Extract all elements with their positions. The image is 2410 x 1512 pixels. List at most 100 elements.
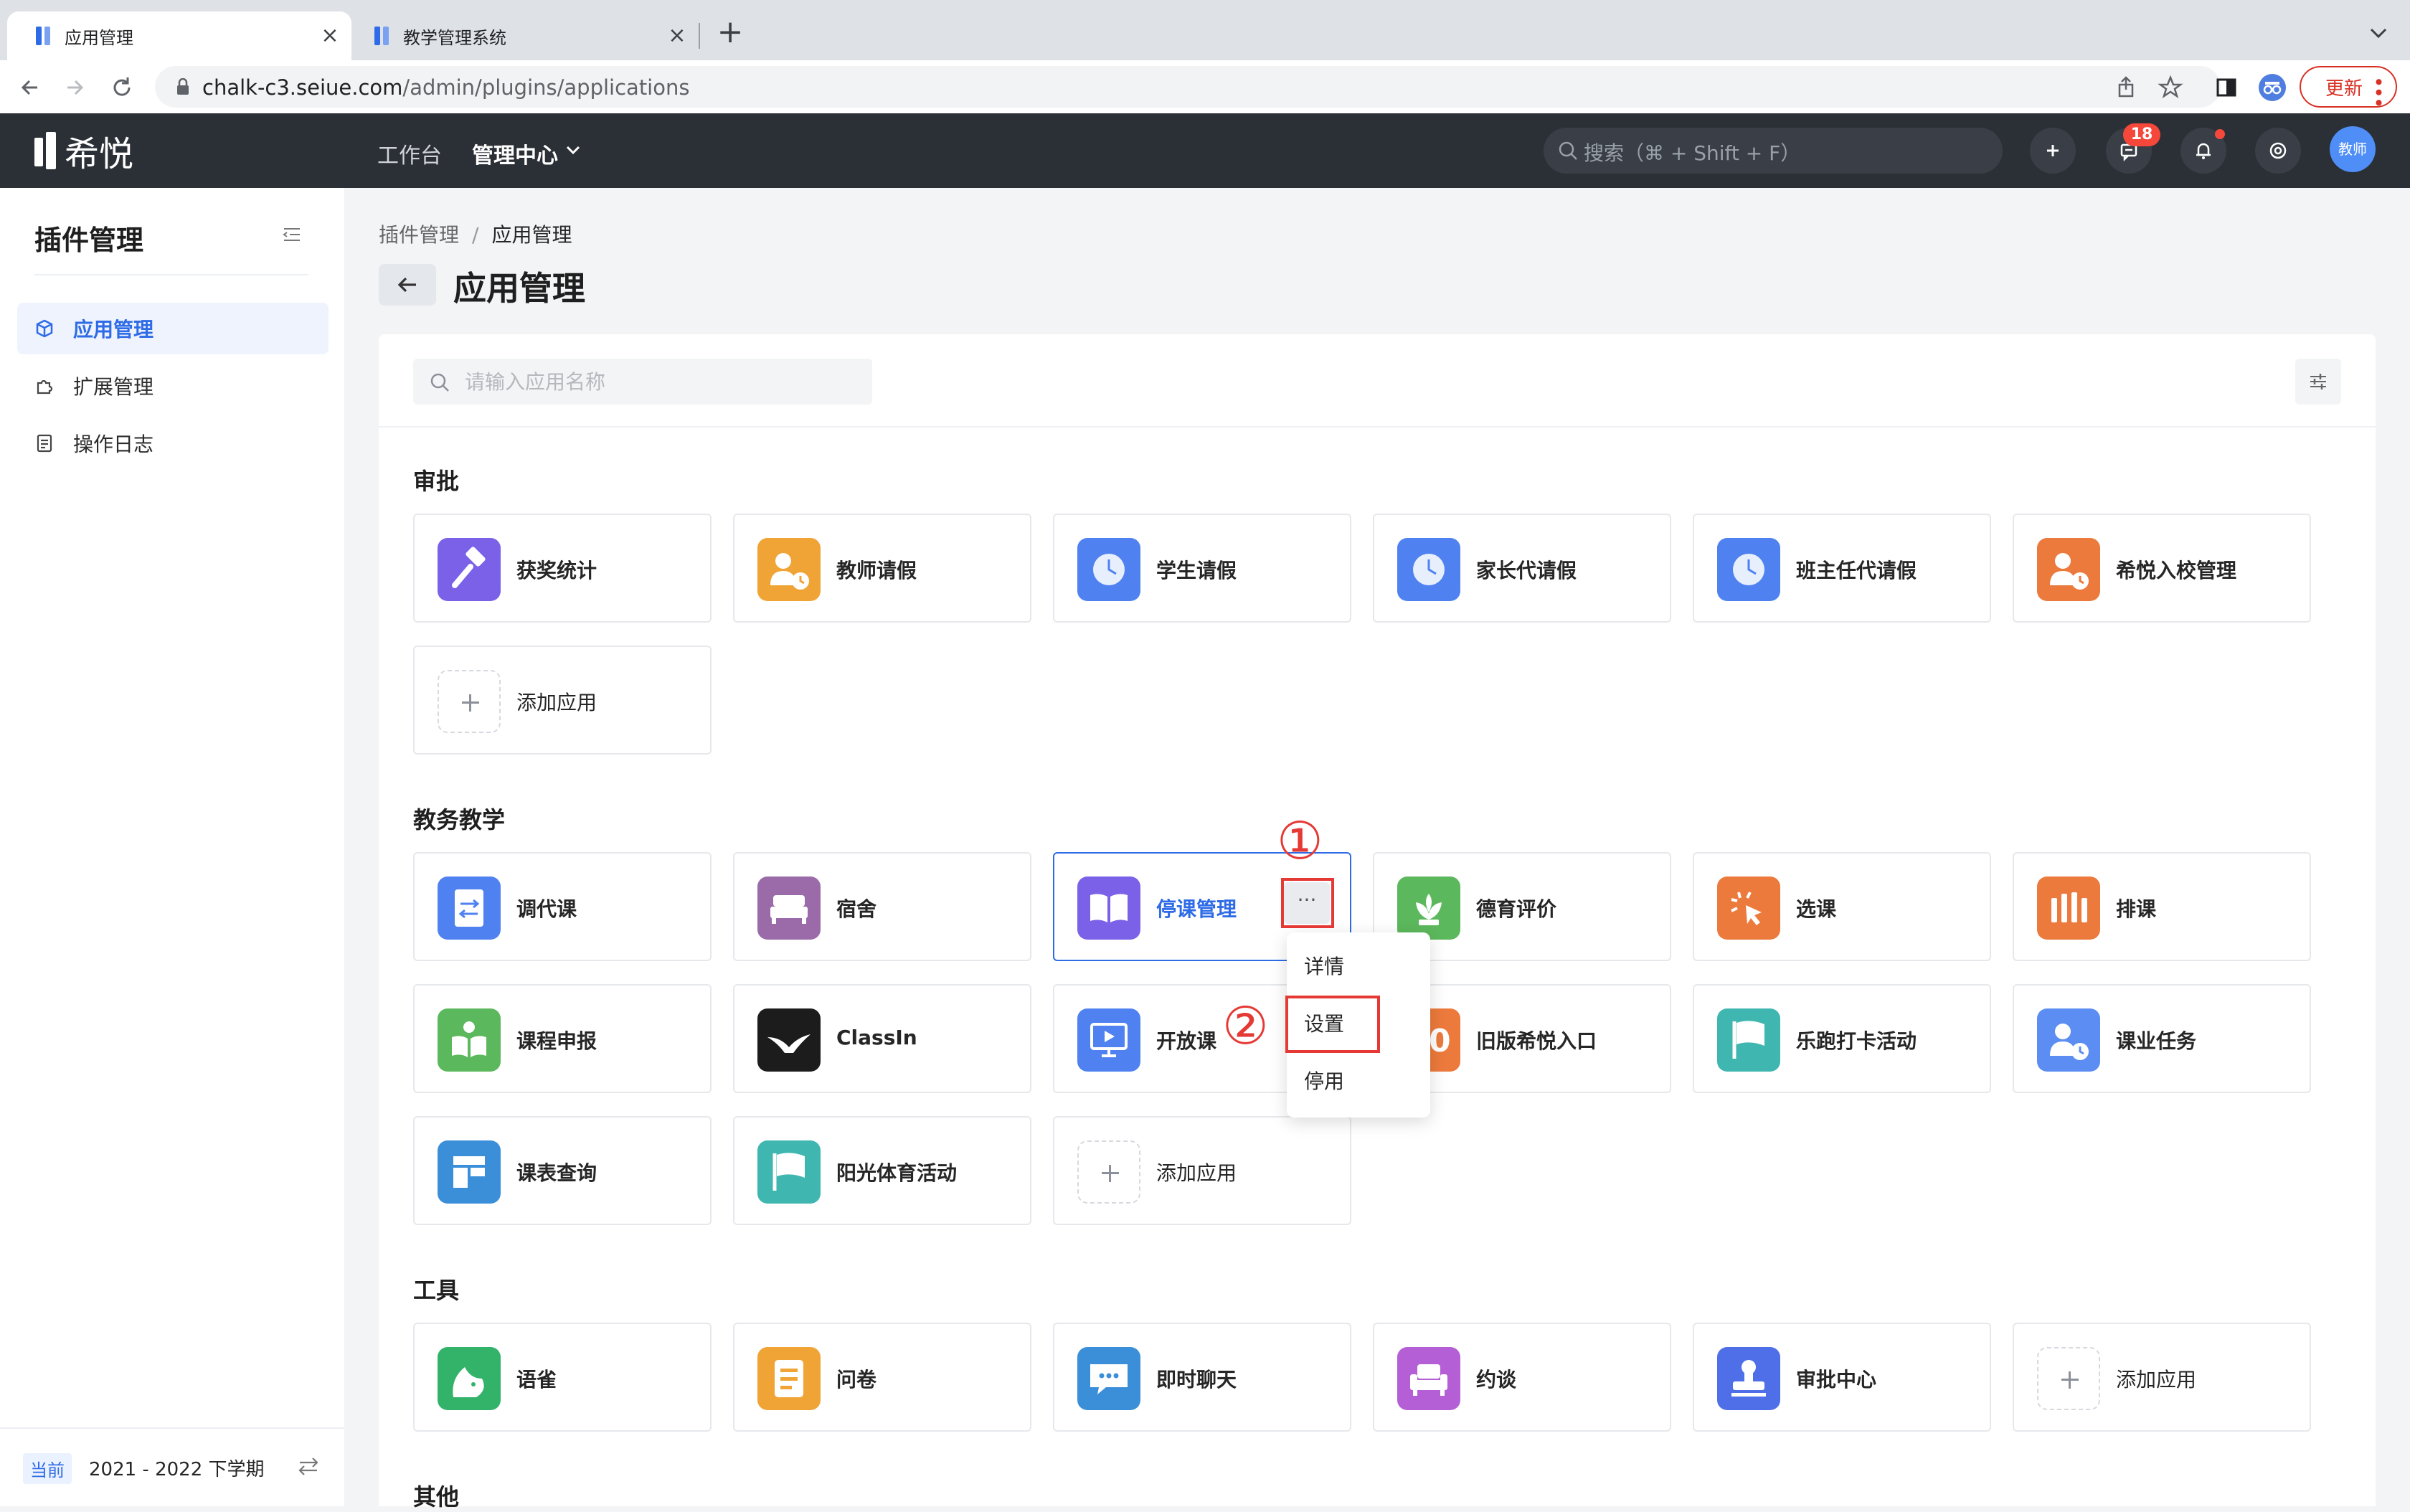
clock-icon bbox=[1397, 538, 1460, 601]
nav-admin-center[interactable]: 管理中心 bbox=[472, 138, 558, 169]
app-tile[interactable]: 约谈 bbox=[1373, 1323, 1671, 1432]
add-app-tile[interactable]: 添加应用 bbox=[413, 646, 712, 755]
add-button[interactable] bbox=[2030, 128, 2076, 174]
address-bar[interactable]: chalk-c3.seiue.com/admin/plugins/applica… bbox=[155, 66, 2221, 108]
url-text: chalk-c3.seiue.com/admin/plugins/applica… bbox=[202, 75, 689, 100]
search-icon bbox=[1559, 141, 1577, 160]
book-person-icon bbox=[438, 1008, 501, 1072]
browser-update-button[interactable]: 更新 ••• bbox=[2300, 66, 2397, 108]
add-app-tile[interactable]: 添加应用 bbox=[1053, 1116, 1351, 1225]
app-tile[interactable]: 问卷 bbox=[733, 1323, 1031, 1432]
menu-item-details[interactable]: 详情 bbox=[1304, 951, 1344, 980]
bell-icon bbox=[2196, 143, 2211, 159]
app-tile[interactable]: 课程申报 bbox=[413, 984, 712, 1093]
app-tile[interactable]: 语雀 bbox=[413, 1323, 712, 1432]
breadcrumb: 插件管理 / 应用管理 bbox=[379, 219, 572, 248]
close-tab-icon[interactable]: × bbox=[318, 24, 341, 47]
forward-arrow-icon[interactable] bbox=[60, 73, 89, 102]
switch-term-icon[interactable] bbox=[297, 1456, 320, 1476]
app-name: 排课 bbox=[2116, 897, 2157, 921]
section-title-tools: 工具 bbox=[413, 1277, 460, 1304]
nav-workbench[interactable]: 工作台 bbox=[377, 138, 442, 169]
share-icon[interactable] bbox=[2112, 73, 2140, 102]
tab-title: 应用管理 bbox=[65, 27, 133, 48]
filter-settings-button[interactable] bbox=[2295, 359, 2341, 405]
add-app-label: 添加应用 bbox=[1156, 1161, 1237, 1185]
divider bbox=[34, 274, 308, 275]
chevron-down-icon[interactable] bbox=[2364, 19, 2393, 47]
app-tile[interactable]: 宿舍 bbox=[733, 852, 1031, 961]
plant-icon bbox=[1397, 877, 1460, 940]
logo-mark-icon bbox=[34, 132, 59, 169]
app-tile[interactable]: 课业任务 bbox=[2013, 984, 2311, 1093]
app-tile[interactable]: 阳光体育活动 bbox=[733, 1116, 1031, 1225]
brand-name: 希悦 bbox=[65, 134, 134, 174]
add-app-label: 添加应用 bbox=[2116, 1368, 2197, 1391]
flag-icon bbox=[1717, 1008, 1780, 1072]
sidebar-item-logs[interactable]: 操作日志 bbox=[17, 417, 329, 469]
back-button[interactable] bbox=[379, 264, 436, 306]
tab-separator bbox=[699, 23, 700, 49]
avatar[interactable]: 教师 bbox=[2330, 126, 2376, 172]
sidebar: 插件管理 应用管理 扩展管理 操作日志 当前 2021 - 2022 下学期 bbox=[0, 188, 344, 1506]
app-tile[interactable]: 审批中心 bbox=[1693, 1323, 1991, 1432]
browser-tab[interactable]: 教学管理系统 × bbox=[351, 11, 699, 60]
menu-item-disable[interactable]: 停用 bbox=[1304, 1066, 1344, 1095]
back-arrow-icon[interactable] bbox=[16, 73, 44, 102]
sidebar-item-extensions[interactable]: 扩展管理 bbox=[17, 360, 329, 412]
collapse-sidebar-icon[interactable] bbox=[283, 225, 301, 244]
global-search-input[interactable]: 搜索（⌘ + Shift + F） bbox=[1544, 128, 2003, 174]
classin-bird-icon bbox=[757, 1008, 821, 1072]
divider bbox=[0, 1427, 344, 1429]
app-tile[interactable]: 获奖统计 bbox=[413, 514, 712, 623]
app-tile[interactable]: 希悦入校管理 bbox=[2013, 514, 2311, 623]
close-tab-icon[interactable]: × bbox=[666, 24, 689, 47]
yuque-bird-icon bbox=[438, 1347, 501, 1410]
app-tile[interactable]: 排课 bbox=[2013, 852, 2311, 961]
app-tile[interactable]: 调代课 bbox=[413, 852, 712, 961]
app-favicon-icon bbox=[374, 25, 390, 47]
app-tile[interactable]: 学生请假 bbox=[1053, 514, 1351, 623]
bookmark-star-icon[interactable] bbox=[2156, 73, 2185, 102]
sidebar-item-applications[interactable]: 应用管理 bbox=[17, 303, 329, 354]
app-logo[interactable]: 希悦 bbox=[34, 131, 133, 174]
app-search-field[interactable] bbox=[413, 359, 872, 405]
message-count-badge: 18 bbox=[2123, 123, 2160, 146]
app-name: 家长代请假 bbox=[1476, 559, 1577, 582]
chat-bubble-icon bbox=[1077, 1347, 1140, 1410]
hammer-icon bbox=[438, 538, 501, 601]
annotation-highlight-settings bbox=[1285, 996, 1380, 1053]
app-name: 课程申报 bbox=[516, 1029, 597, 1053]
browser-tab-active[interactable]: 应用管理 × bbox=[7, 11, 351, 60]
chevron-down-icon[interactable] bbox=[565, 145, 581, 155]
sidebar-item-label: 应用管理 bbox=[73, 318, 154, 341]
clock-icon bbox=[1077, 538, 1140, 601]
breadcrumb-item[interactable]: 插件管理 bbox=[379, 223, 459, 247]
app-tile[interactable]: ClassIn bbox=[733, 984, 1031, 1093]
app-search-input[interactable] bbox=[463, 367, 851, 396]
app-tile[interactable]: 课表查询 bbox=[413, 1116, 712, 1225]
gear-icon bbox=[2269, 142, 2287, 159]
profile-incognito-icon[interactable] bbox=[2258, 73, 2287, 102]
sliders-icon bbox=[2310, 374, 2326, 389]
app-name: 希悦入校管理 bbox=[2116, 559, 2237, 582]
global-search-placeholder: 搜索（⌘ + Shift + F） bbox=[1584, 141, 1801, 165]
app-name: 即时聊天 bbox=[1156, 1368, 1237, 1391]
annotation-step-1: ① bbox=[1277, 811, 1323, 871]
app-tile[interactable]: 选课 bbox=[1693, 852, 1991, 961]
app-tile[interactable]: 乐跑打卡活动 bbox=[1693, 984, 1991, 1093]
app-tile[interactable]: 班主任代请假 bbox=[1693, 514, 1991, 623]
side-panel-icon[interactable] bbox=[2212, 73, 2241, 102]
plus-icon bbox=[2037, 1347, 2100, 1410]
new-tab-button[interactable]: + bbox=[714, 16, 746, 49]
app-tile[interactable]: 家长代请假 bbox=[1373, 514, 1671, 623]
app-tile[interactable]: 教师请假 bbox=[733, 514, 1031, 623]
presentation-icon bbox=[1077, 1008, 1140, 1072]
settings-button[interactable] bbox=[2255, 128, 2301, 174]
schedule-bars-icon bbox=[2037, 877, 2100, 940]
add-app-tile[interactable]: 添加应用 bbox=[2013, 1323, 2311, 1432]
reload-icon[interactable] bbox=[108, 73, 136, 102]
log-icon bbox=[37, 434, 52, 453]
app-name: 学生请假 bbox=[1156, 559, 1237, 582]
app-tile[interactable]: 即时聊天 bbox=[1053, 1323, 1351, 1432]
